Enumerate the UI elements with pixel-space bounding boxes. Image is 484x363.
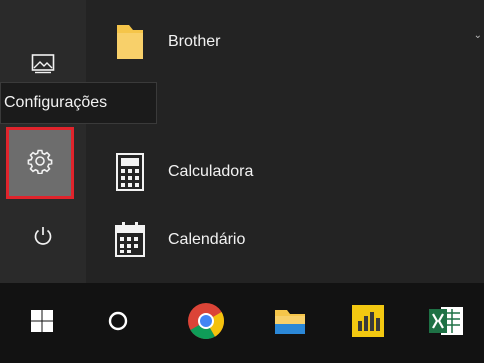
power-icon — [32, 225, 54, 252]
settings-button[interactable] — [6, 127, 74, 199]
start-menu-rail — [0, 0, 86, 283]
cortana-search-icon — [107, 310, 129, 337]
app-item-calculadora[interactable]: Calculadora — [100, 142, 484, 202]
app-item-brother[interactable]: Brother — [100, 12, 484, 72]
start-menu-screen: Configurações Brother Calculadora Calend… — [0, 0, 484, 363]
scroll-chevron-icon: ⌄ — [473, 30, 482, 41]
settings-tooltip: Configurações — [0, 82, 157, 124]
excel-icon — [427, 303, 465, 344]
power-bi-taskbar-button[interactable] — [340, 295, 396, 351]
app-item-calendario[interactable]: Calendário — [100, 210, 484, 270]
app-label-calendario: Calendário — [168, 231, 246, 248]
app-label-brother: Brother — [168, 33, 221, 50]
start-button[interactable] — [14, 295, 70, 351]
app-label-calculadora: Calculadora — [168, 163, 254, 180]
calculator-icon — [106, 148, 154, 196]
chrome-taskbar-button[interactable] — [178, 295, 234, 351]
file-explorer-icon — [272, 304, 308, 343]
taskbar — [0, 283, 484, 363]
photos-icon — [31, 52, 55, 79]
chrome-icon — [186, 301, 226, 346]
app-list: Brother Calculadora Calendário ⌄ — [100, 0, 484, 283]
calendar-icon — [106, 216, 154, 264]
folder-icon — [106, 18, 154, 66]
gear-icon — [27, 148, 53, 179]
excel-taskbar-button[interactable] — [418, 295, 474, 351]
power-bi-icon — [350, 303, 386, 344]
cortana-button[interactable] — [90, 295, 146, 351]
power-button[interactable] — [8, 208, 78, 268]
file-explorer-taskbar-button[interactable] — [262, 295, 318, 351]
windows-start-icon — [30, 309, 54, 338]
